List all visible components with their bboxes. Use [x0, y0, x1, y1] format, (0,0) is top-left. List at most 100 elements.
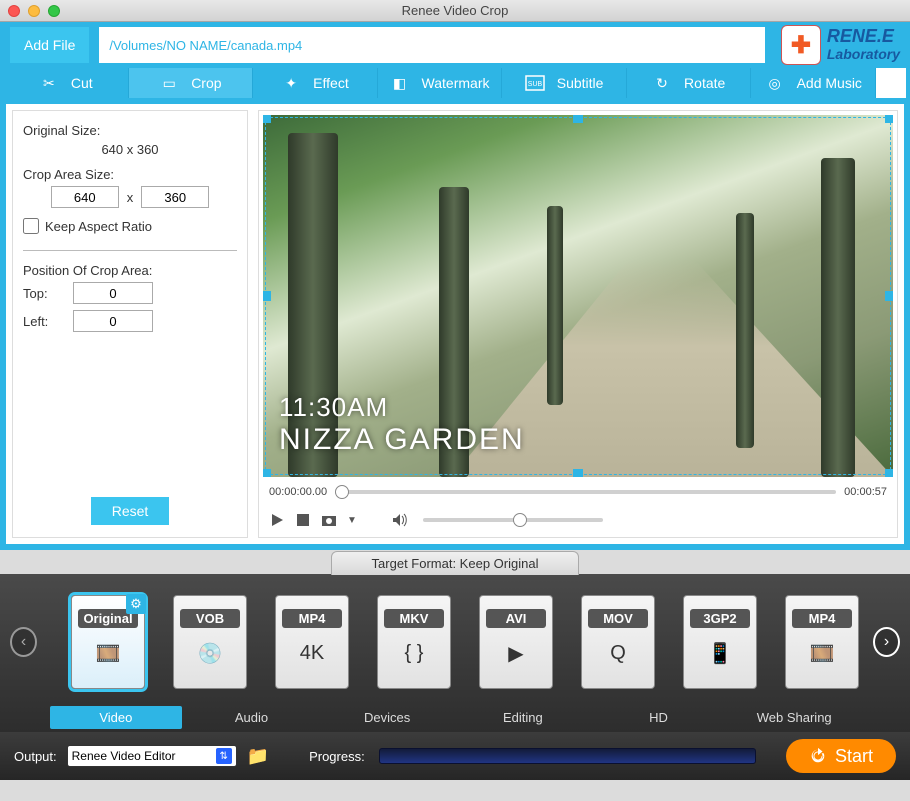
- volume-thumb[interactable]: [513, 513, 527, 527]
- original-size-label: Original Size:: [23, 123, 237, 138]
- crop-handle[interactable]: [885, 469, 893, 477]
- time-total: 00:00:57: [844, 486, 887, 498]
- format-item-mp4[interactable]: MP4 🎞️: [785, 595, 859, 689]
- format-item-original[interactable]: ⚙Original🎞️: [71, 595, 145, 689]
- category-devices[interactable]: Devices: [321, 706, 453, 729]
- droplet-icon: ◧: [390, 73, 410, 93]
- crop-handle[interactable]: [885, 291, 893, 301]
- crop-settings-panel: Original Size: 640 x 360 Crop Area Size:…: [12, 110, 248, 538]
- formats-next-button[interactable]: ›: [873, 627, 900, 657]
- snapshot-button[interactable]: [321, 512, 337, 528]
- tab-watermark[interactable]: ◧ Watermark: [378, 68, 503, 98]
- tab-overflow[interactable]: [876, 68, 906, 98]
- tab-label: Cut: [71, 75, 93, 91]
- tab-cut[interactable]: ✂ Cut: [4, 68, 129, 98]
- gear-icon[interactable]: ⚙: [126, 594, 146, 614]
- format-label: 3GP2: [690, 609, 750, 628]
- top-label: Top:: [23, 286, 63, 301]
- snapshot-dropdown[interactable]: ▼: [347, 515, 357, 526]
- crop-handle[interactable]: [263, 115, 271, 123]
- original-size-value: 640 x 360: [23, 142, 237, 157]
- volume-slider[interactable]: [423, 518, 603, 522]
- format-thumb-icon: ▶: [489, 632, 543, 676]
- format-thumb-icon: 🎞️: [795, 632, 849, 676]
- formats-prev-button[interactable]: ‹: [10, 627, 37, 657]
- category-editing[interactable]: Editing: [457, 706, 589, 729]
- crop-top-input[interactable]: [73, 282, 153, 304]
- crop-rectangle[interactable]: [265, 117, 891, 475]
- titlebar: Renee Video Crop: [0, 0, 910, 22]
- wand-icon: ✦: [281, 73, 301, 93]
- progress-bar: [379, 748, 756, 764]
- start-button[interactable]: Start: [786, 739, 896, 773]
- category-web-sharing[interactable]: Web Sharing: [728, 706, 860, 729]
- tab-label: Effect: [313, 75, 349, 91]
- left-label: Left:: [23, 314, 63, 329]
- tab-crop[interactable]: ▭ Crop: [129, 68, 254, 98]
- keep-aspect-ratio-checkbox[interactable]: Keep Aspect Ratio: [23, 218, 237, 234]
- format-thumb-icon: 💿: [183, 632, 237, 676]
- reset-button[interactable]: Reset: [91, 497, 169, 525]
- video-canvas[interactable]: 11:30AM NIZZA GARDEN: [263, 115, 893, 477]
- play-button[interactable]: [269, 512, 285, 528]
- format-thumb-icon: 🎞️: [81, 632, 135, 676]
- divider: [23, 250, 237, 251]
- refresh-icon: [809, 747, 827, 765]
- tab-subtitle[interactable]: SUB Subtitle: [502, 68, 627, 98]
- crop-handle[interactable]: [263, 291, 271, 301]
- tab-add-music[interactable]: ◎ Add Music: [751, 68, 876, 98]
- target-format-label: Target Format: Keep Original: [331, 551, 580, 575]
- video-preview-panel: 11:30AM NIZZA GARDEN 00: [258, 110, 898, 538]
- seek-slider[interactable]: [335, 490, 836, 494]
- crop-width-input[interactable]: [51, 186, 119, 208]
- scissors-icon: ✂: [39, 73, 59, 93]
- volume-icon[interactable]: [391, 512, 407, 528]
- format-item-vob[interactable]: VOB 💿: [173, 595, 247, 689]
- tab-label: Rotate: [684, 75, 725, 91]
- format-item-mp4[interactable]: MP44K: [275, 595, 349, 689]
- music-icon: ◎: [765, 73, 785, 93]
- crop-icon: ▭: [159, 73, 179, 93]
- position-label: Position Of Crop Area:: [23, 263, 237, 278]
- tab-label: Add Music: [797, 75, 862, 91]
- category-video[interactable]: Video: [50, 706, 182, 729]
- format-label: MOV: [588, 609, 648, 628]
- crop-height-input[interactable]: [141, 186, 209, 208]
- format-label: VOB: [180, 609, 240, 628]
- category-hd[interactable]: HD: [593, 706, 725, 729]
- rotate-icon: ↻: [652, 73, 672, 93]
- crop-handle[interactable]: [573, 469, 583, 477]
- crop-handle[interactable]: [885, 115, 893, 123]
- format-thumb-icon: Q: [591, 632, 645, 676]
- format-label: MKV: [384, 609, 444, 628]
- crop-left-input[interactable]: [73, 310, 153, 332]
- format-item-mkv[interactable]: MKV { }: [377, 595, 451, 689]
- tab-effect[interactable]: ✦ Effect: [253, 68, 378, 98]
- progress-label: Progress:: [309, 749, 365, 764]
- brand-logo: ✚ RENE.E Laboratory: [781, 25, 900, 65]
- format-label: MP4: [282, 609, 342, 628]
- output-select[interactable]: Renee Video Editor ⇅: [67, 745, 237, 767]
- format-item-3gp2[interactable]: 3GP2 📱: [683, 595, 757, 689]
- format-label: MP4: [792, 609, 852, 628]
- time-current: 00:00:00.00: [269, 486, 327, 498]
- plus-icon: ✚: [781, 25, 821, 65]
- format-item-mov[interactable]: MOV Q: [581, 595, 655, 689]
- format-item-avi[interactable]: AVI▶: [479, 595, 553, 689]
- stop-button[interactable]: [295, 512, 311, 528]
- crop-handle[interactable]: [263, 469, 271, 477]
- open-folder-button[interactable]: 📁: [247, 746, 269, 767]
- add-file-button[interactable]: Add File: [10, 27, 89, 63]
- window-title: Renee Video Crop: [0, 3, 910, 18]
- tab-rotate[interactable]: ↻ Rotate: [627, 68, 752, 98]
- output-label: Output:: [14, 749, 57, 764]
- seek-thumb[interactable]: [335, 485, 349, 499]
- format-thumb-icon: { }: [387, 632, 441, 676]
- chevron-updown-icon: ⇅: [216, 748, 232, 764]
- crop-handle[interactable]: [573, 115, 583, 123]
- tab-label: Watermark: [422, 75, 490, 91]
- category-audio[interactable]: Audio: [186, 706, 318, 729]
- format-thumb-icon: 📱: [693, 632, 747, 676]
- subtitle-icon: SUB: [525, 73, 545, 93]
- tab-label: Crop: [191, 75, 221, 91]
